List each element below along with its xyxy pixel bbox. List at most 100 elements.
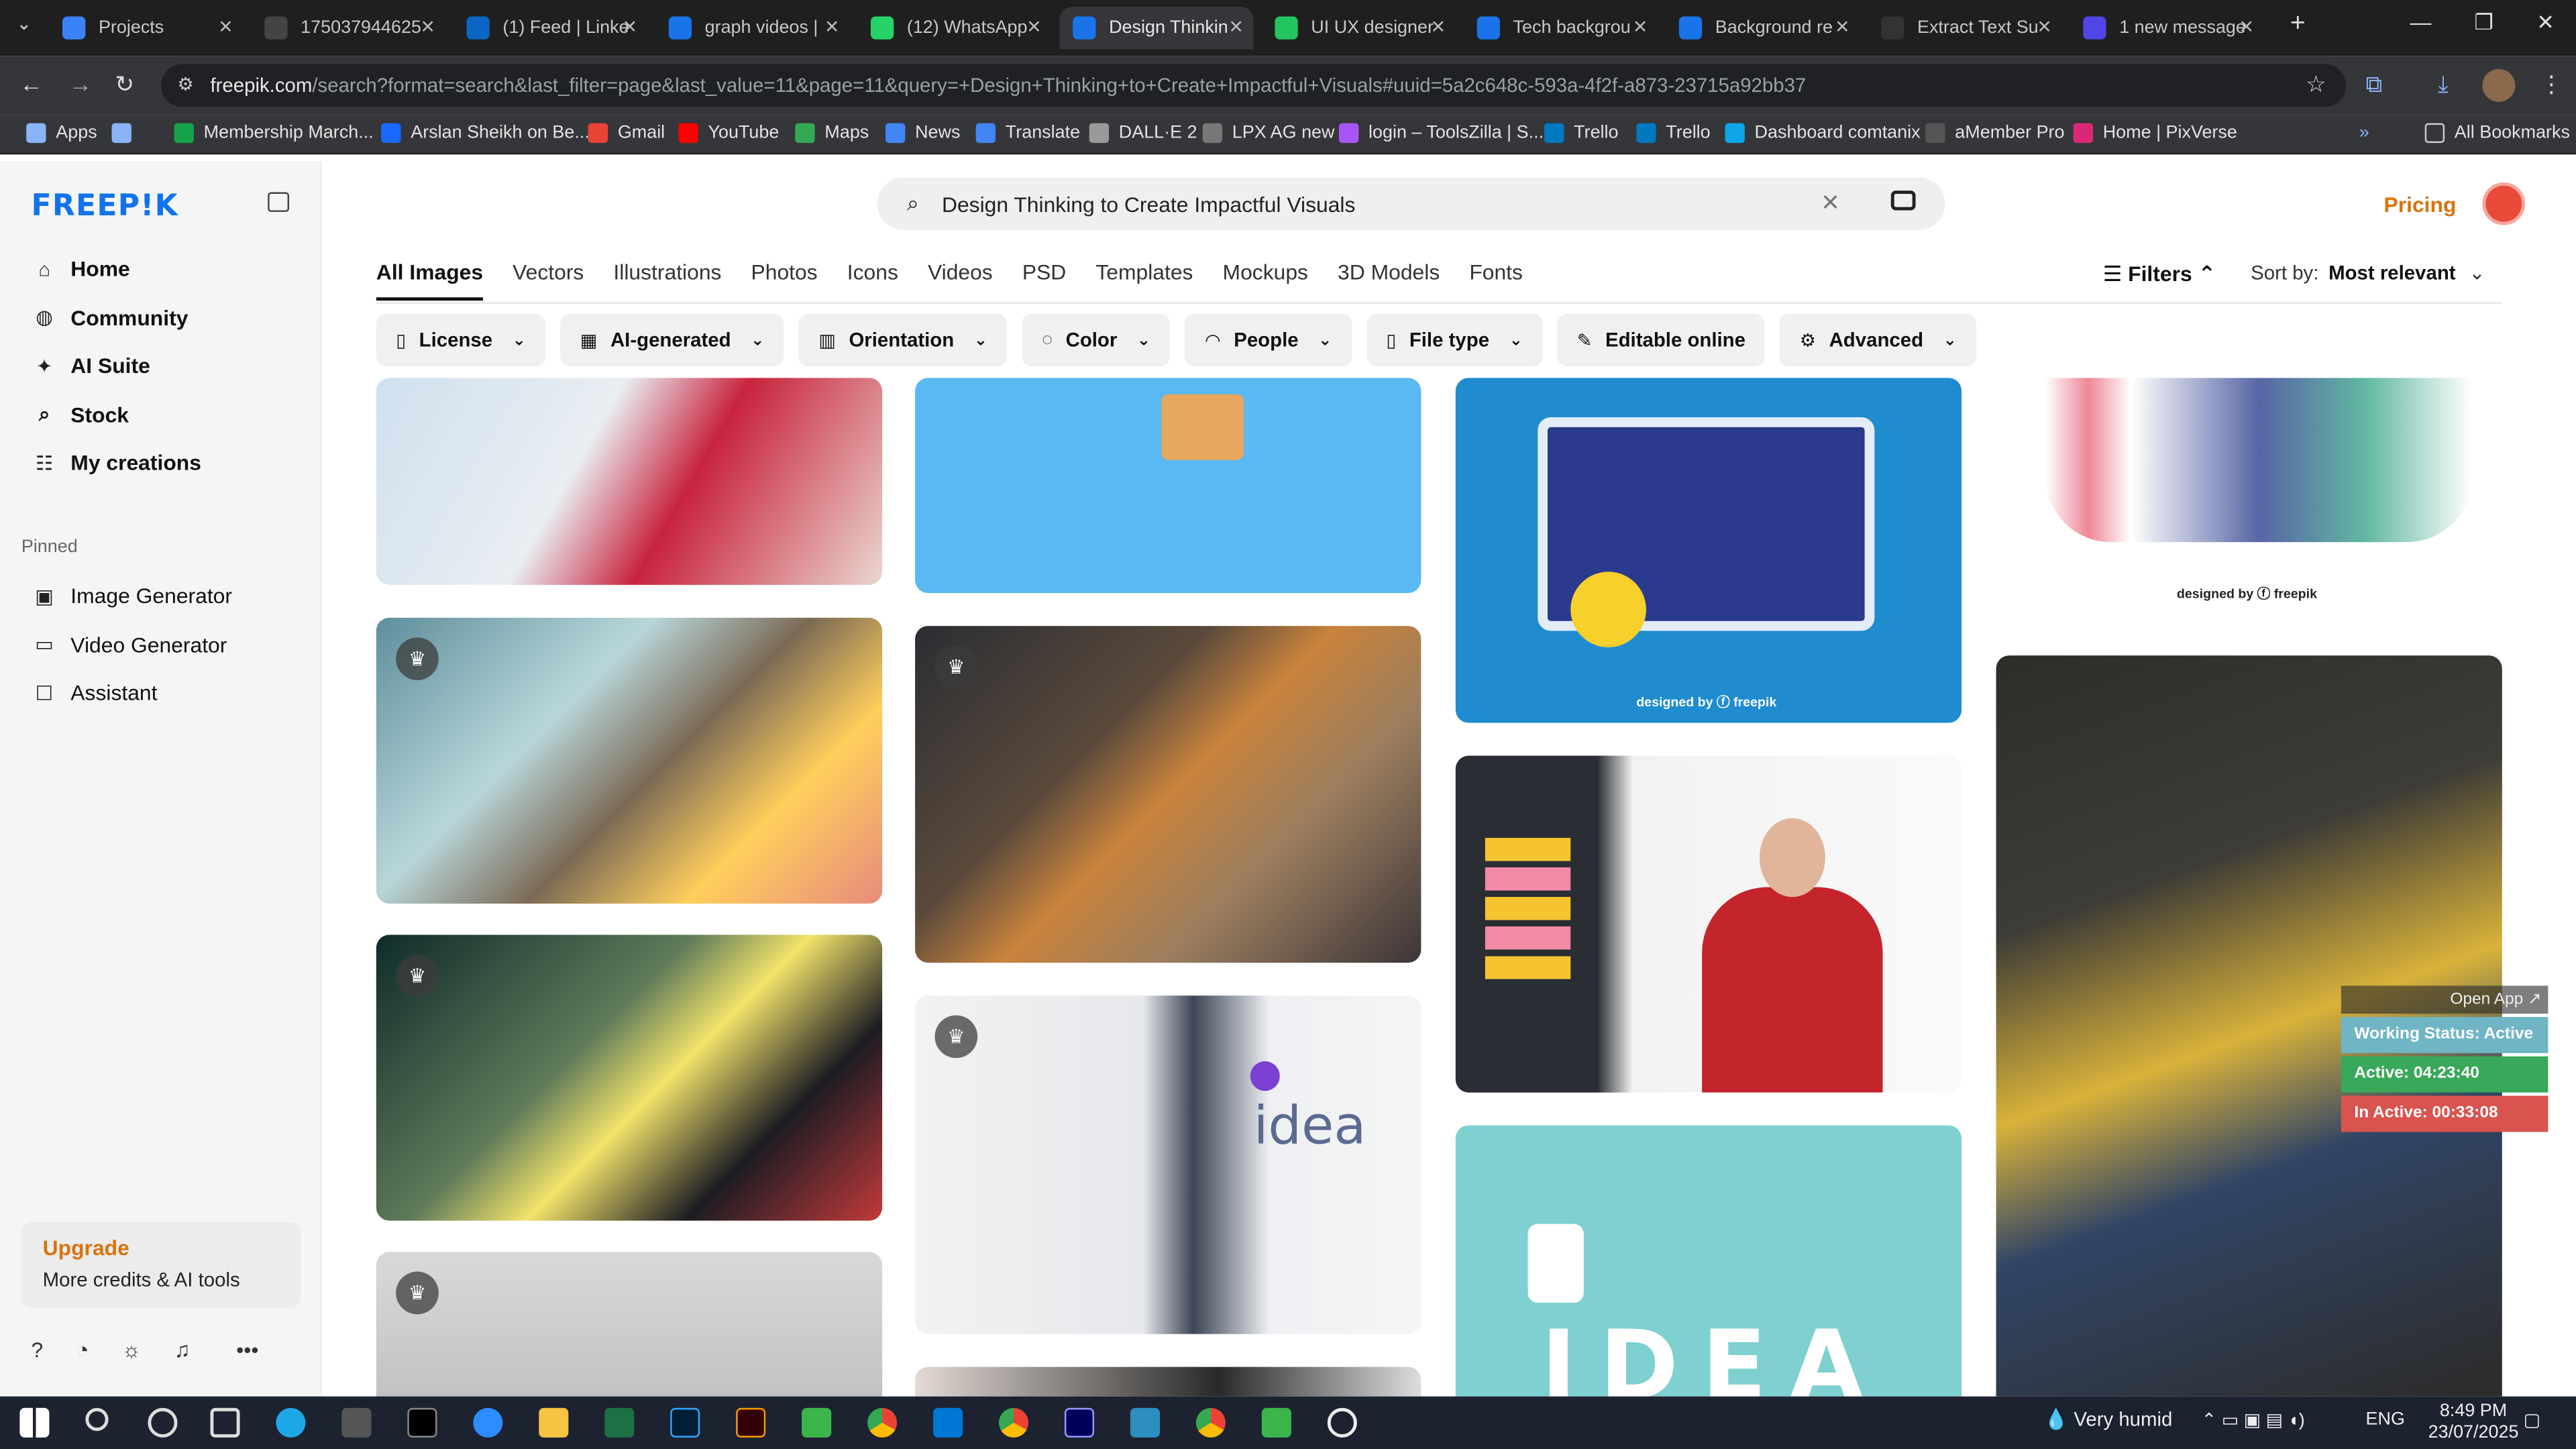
tab-close-icon[interactable]: ✕ <box>1835 16 1850 38</box>
bookmark-item[interactable] <box>111 123 142 144</box>
tab-close-icon[interactable]: ✕ <box>2239 16 2254 38</box>
bookmark-item[interactable]: LPX AG new <box>1202 123 1335 144</box>
windows-start-icon[interactable] <box>19 1407 50 1438</box>
tab-icons[interactable]: Icons <box>847 260 898 301</box>
url-field[interactable]: ⚙ freepik.com/search?format=search&last_… <box>161 64 2347 107</box>
browser-tab[interactable]: Background re ✕ <box>1666 7 1860 50</box>
sidebar-item-ai-suite[interactable]: ✦ AI Suite <box>33 354 150 378</box>
sidebar-toggle-icon[interactable] <box>268 192 290 212</box>
clock[interactable]: 8:49 PM 23/07/2025 <box>2428 1401 2519 1444</box>
tab-psd[interactable]: PSD <box>1022 260 1066 301</box>
open-app-link[interactable]: Open App ↗ <box>2341 985 2548 1014</box>
browser-tab[interactable]: Extract Text Su ✕ <box>1868 7 2062 50</box>
all-bookmarks-button[interactable]: All Bookmarks <box>2424 123 2570 144</box>
premiere-icon[interactable] <box>1064 1407 1095 1438</box>
vscode-icon[interactable] <box>933 1407 963 1438</box>
tab-close-icon[interactable]: ✕ <box>1026 16 1042 38</box>
app-icon[interactable] <box>1130 1407 1160 1438</box>
file-explorer-icon[interactable] <box>539 1407 569 1438</box>
excel-icon[interactable] <box>604 1407 635 1438</box>
freepik-logo[interactable]: FREEP!K <box>32 189 178 223</box>
result-card[interactable]: designed by ⓕ freepik <box>1996 378 2502 625</box>
tab-close-icon[interactable]: ✕ <box>420 16 435 38</box>
result-card[interactable] <box>915 1366 1421 1397</box>
terminal-icon[interactable] <box>407 1407 437 1438</box>
sidebar-item-community[interactable]: ◍ Community <box>33 305 188 329</box>
close-window-icon[interactable]: ✕ <box>2536 10 2555 36</box>
bookmarks-overflow-icon[interactable]: » <box>2359 123 2369 143</box>
browser-tab[interactable]: UI UX designer ✕ <box>1262 7 1456 50</box>
result-card[interactable]: ♛ <box>376 1252 883 1397</box>
filter-orientation[interactable]: ▥ Orientation ⌄ <box>798 313 1008 367</box>
extensions-icon[interactable]: ⧉ <box>2366 70 2382 99</box>
language-indicator[interactable]: ENG <box>2366 1409 2405 1429</box>
chrome-active-icon[interactable] <box>998 1407 1029 1438</box>
filter-color[interactable]: ◌ Color ⌄ <box>1022 313 1171 367</box>
bookmark-item[interactable]: Arslan Sheikh on Be... <box>381 123 590 144</box>
tab-close-icon[interactable]: ✕ <box>1633 16 1648 38</box>
browser-tab[interactable]: 175037944625 ✕ <box>252 7 445 50</box>
bookmark-item[interactable]: Home | PixVerse <box>2073 123 2237 144</box>
tab-vectors[interactable]: Vectors <box>513 260 584 301</box>
bookmark-item[interactable]: Trello <box>1636 123 1711 144</box>
download-icon[interactable]: ⤓ <box>2438 70 2448 99</box>
result-card[interactable] <box>1455 755 1962 1093</box>
bookmark-item[interactable]: aMember Pro <box>1925 123 2065 144</box>
result-card[interactable]: IDEA <box>1455 1125 1962 1397</box>
minimize-icon[interactable]: — <box>2410 10 2432 35</box>
result-card[interactable] <box>376 378 883 585</box>
result-card[interactable]: ♛ <box>376 934 883 1221</box>
cortana-icon[interactable] <box>148 1407 178 1438</box>
search-icon[interactable] <box>85 1407 109 1432</box>
filter-file-type[interactable]: ▯ File type ⌄ <box>1366 313 1543 367</box>
notifications-icon[interactable]: ▢ <box>2524 1409 2540 1431</box>
browser-tab[interactable]: (1) Feed | Linke ✕ <box>453 7 647 50</box>
back-icon[interactable]: ← <box>19 70 42 97</box>
result-card[interactable]: ♛ <box>915 626 1421 963</box>
tab-close-icon[interactable]: ✕ <box>218 16 233 38</box>
search-input[interactable]: Design Thinking to Create Impactful Visu… <box>942 191 1355 216</box>
browser-tab[interactable]: Projects ✕ <box>49 7 243 50</box>
zoom-icon[interactable] <box>473 1407 503 1438</box>
result-card[interactable]: ♛ <box>376 617 883 904</box>
browser-tab[interactable]: graph videos | ✕ <box>655 7 849 50</box>
site-info-icon[interactable]: ⚙ <box>177 74 193 95</box>
tray-icons[interactable]: ⌃ ▭ ▣ ▤ ◖) <box>2202 1409 2305 1431</box>
tab-fonts[interactable]: Fonts <box>1469 260 1523 301</box>
sidebar-item-home[interactable]: ⌂ Home <box>33 256 130 281</box>
pen-icon[interactable] <box>341 1407 372 1438</box>
browser-tab[interactable]: Tech backgrou ✕ <box>1464 7 1658 50</box>
bookmark-item[interactable]: Trello <box>1544 123 1619 144</box>
edge-icon[interactable] <box>276 1407 306 1438</box>
weather-widget[interactable]: 💧 Very humid <box>2044 1408 2173 1431</box>
result-card[interactable] <box>915 378 1421 594</box>
sort-dropdown[interactable]: Sort by: Most relevant ⌄ <box>2251 261 2485 284</box>
bookmark-item[interactable]: Maps <box>795 123 869 144</box>
tab-all-images[interactable]: All Images <box>376 260 484 301</box>
tab-templates[interactable]: Templates <box>1095 260 1193 301</box>
bookmark-item[interactable]: DALL·E 2 <box>1089 123 1197 144</box>
result-card[interactable]: designed by ⓕ freepik <box>1455 378 1962 723</box>
browser-tab[interactable]: Design Thinkin ✕ <box>1059 6 1254 50</box>
bookmark-item[interactable]: Dashboard comtanix <box>1725 123 1921 144</box>
tab-close-icon[interactable]: ✕ <box>1431 16 1446 38</box>
camera-search-icon[interactable] <box>1890 191 1916 211</box>
filter-editable-online[interactable]: ✎ Editable online <box>1557 313 1766 367</box>
new-tab-button[interactable]: + <box>2290 10 2306 40</box>
bookmark-item[interactable]: Apps <box>26 123 97 144</box>
tab-close-icon[interactable]: ✕ <box>1228 16 1244 38</box>
tab-close-icon[interactable]: ✕ <box>824 16 840 38</box>
filter-people[interactable]: ◠ People ⌄ <box>1185 313 1352 367</box>
bookmark-star-icon[interactable]: ☆ <box>2306 70 2326 99</box>
green-app-icon-2[interactable] <box>1261 1407 1291 1438</box>
bookmark-item[interactable]: YouTube <box>678 123 779 144</box>
browser-tab[interactable]: (12) WhatsApp ✕ <box>857 7 1051 50</box>
filter-ai-generated[interactable]: ▦ AI-generated ⌄ <box>560 313 784 367</box>
profile-avatar[interactable] <box>2482 68 2516 102</box>
bookmark-item[interactable]: News <box>885 123 960 144</box>
bookmark-item[interactable]: Gmail <box>588 123 665 144</box>
illustrator-icon[interactable] <box>736 1407 766 1438</box>
task-view-icon[interactable] <box>210 1407 240 1438</box>
tab-illustrations[interactable]: Illustrations <box>613 260 721 301</box>
browser-menu-icon[interactable]: ⋮ <box>2540 70 2563 99</box>
